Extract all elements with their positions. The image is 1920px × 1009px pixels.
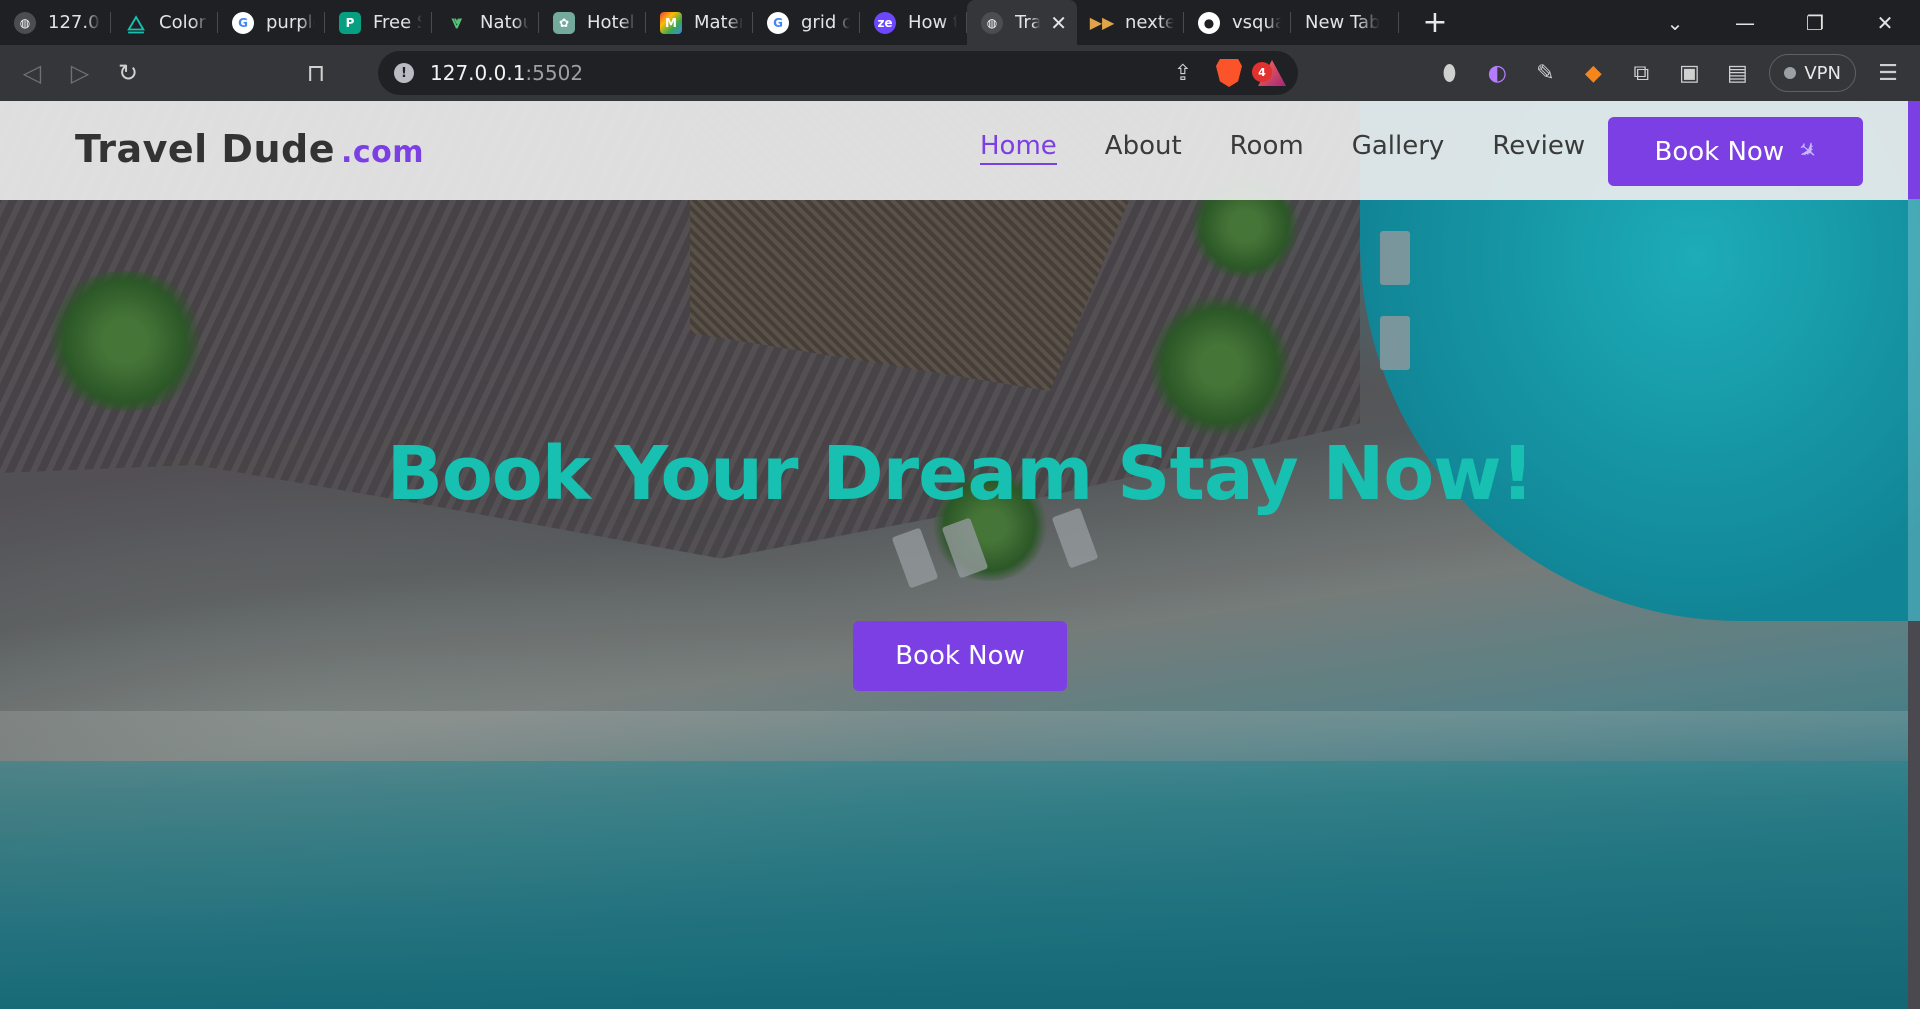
page-viewport: Travel Dude .com Home About Room Gallery …: [0, 101, 1920, 1009]
nav-about[interactable]: About: [1105, 131, 1182, 165]
tab[interactable]: ✿ Hotel Bo: [539, 0, 646, 45]
close-icon[interactable]: ✕: [1050, 11, 1067, 35]
tab-label: 127.0.0.: [48, 12, 101, 33]
metamask-icon[interactable]: ◆: [1571, 51, 1615, 95]
wallet-icon[interactable]: ▤: [1715, 51, 1759, 95]
nav-room[interactable]: Room: [1230, 131, 1304, 165]
brave-shields-icon[interactable]: [1216, 59, 1242, 87]
tab-label: Free Sto: [373, 12, 422, 33]
tab-label: vsquare: [1232, 12, 1281, 33]
share-icon[interactable]: ⇪: [1166, 49, 1200, 97]
tab-label: purple v: [266, 12, 315, 33]
globe-icon: ◍: [14, 11, 36, 34]
nexter-icon: ▶▶: [1089, 13, 1115, 32]
tab[interactable]: G purple v: [218, 0, 325, 45]
forward-icon[interactable]: ▷: [56, 49, 104, 97]
tab[interactable]: M Materia: [646, 0, 753, 45]
address-bar[interactable]: ! 127.0.0.1:5502 ⇪ 4: [378, 51, 1298, 95]
window-controls: ⌄ — ❐ ✕: [1640, 0, 1920, 45]
material-icon: M: [660, 11, 682, 34]
restore-icon[interactable]: ❐: [1780, 0, 1850, 45]
url-port: :5502: [525, 61, 584, 85]
brave-rewards-button[interactable]: 4: [1252, 60, 1286, 86]
scrollbar[interactable]: [1908, 101, 1920, 1009]
chatgpt-icon: ✿: [553, 11, 575, 34]
tab-label: Hotel Bo: [587, 12, 636, 33]
site-header: Travel Dude .com Home About Room Gallery …: [0, 101, 1908, 200]
tab-label: Natours: [480, 12, 529, 33]
google-icon: G: [767, 11, 789, 34]
main-nav: Home About Room Gallery Review: [980, 131, 1585, 165]
logo-suffix: .com: [341, 135, 425, 170]
hero-book-now-button[interactable]: Book Now: [853, 621, 1067, 691]
new-tab-icon[interactable]: +: [1413, 0, 1457, 45]
site-logo[interactable]: Travel Dude .com: [75, 127, 424, 171]
tab-label: How to: [908, 12, 957, 33]
hero-overlay: [0, 101, 1908, 1009]
url-host: 127.0.0.1: [430, 61, 526, 85]
header-book-now-button[interactable]: Book Now ✈: [1608, 117, 1863, 186]
globe-icon: ◍: [981, 11, 1003, 34]
tab-label: Materia: [694, 12, 743, 33]
tab[interactable]: ▶▶ nexter -: [1077, 0, 1184, 45]
extension-icon[interactable]: ⬮: [1427, 51, 1471, 95]
tab[interactable]: ze How to: [860, 0, 967, 45]
bookmark-icon[interactable]: ⊓: [292, 49, 340, 97]
vpn-button[interactable]: VPN: [1769, 54, 1856, 92]
nav-gallery[interactable]: Gallery: [1352, 131, 1445, 165]
minimize-icon[interactable]: —: [1710, 0, 1780, 45]
info-icon[interactable]: !: [394, 63, 414, 83]
chevron-down-icon[interactable]: ⌄: [1640, 0, 1710, 45]
color-shades-icon: ⧋: [127, 10, 145, 35]
nav-home[interactable]: Home: [980, 131, 1057, 165]
scrollbar-thumb[interactable]: [1908, 101, 1920, 199]
tab-label: Tra: [1015, 12, 1041, 33]
extensions-row: ⬮ ◐ ✎ ◆ ⧉ ▣ ▤ VPN ☰: [1427, 49, 1920, 97]
vpn-label: VPN: [1804, 62, 1841, 84]
tab-label: Color Sl: [159, 12, 208, 33]
menu-icon[interactable]: ☰: [1866, 51, 1910, 95]
url-actions: ⇪ 4: [1166, 51, 1286, 95]
google-icon: G: [232, 11, 254, 34]
nav-review[interactable]: Review: [1492, 131, 1585, 165]
hero-background: [0, 101, 1920, 1009]
close-window-icon[interactable]: ✕: [1850, 0, 1920, 45]
pexels-icon: P: [339, 11, 361, 34]
tab-label: New Tab: [1305, 12, 1381, 33]
browser-toolbar: ◁ ▷ ↻ ⊓ ! 127.0.0.1:5502 ⇪ 4 ⬮ ◐ ✎ ◆ ⧉ ▣…: [0, 45, 1920, 101]
back-icon[interactable]: ◁: [8, 49, 56, 97]
tab-active[interactable]: ◍ Tra ✕: [967, 0, 1077, 45]
tab[interactable]: ● vsquare: [1184, 0, 1291, 45]
tab[interactable]: ◍ 127.0.0.: [0, 0, 111, 45]
natours-icon: ⩔: [451, 12, 463, 33]
rocket-icon: ✈: [1792, 135, 1823, 168]
tab-label: grid des: [801, 12, 850, 33]
tab[interactable]: P Free Sto: [325, 0, 432, 45]
hero-title: Book Your Dream Stay Now!: [386, 431, 1535, 517]
tab[interactable]: New Tab: [1291, 0, 1399, 45]
reload-icon[interactable]: ↻: [104, 49, 152, 97]
vpn-status-icon: [1784, 67, 1797, 79]
tab[interactable]: ⧋ Color Sl: [111, 0, 218, 45]
tab-label: nexter -: [1125, 12, 1174, 33]
logo-text: Travel Dude: [75, 127, 335, 171]
sidebar-icon[interactable]: ▣: [1667, 51, 1711, 95]
tab-strip: ◍ 127.0.0. ⧋ Color Sl G purple v P Free …: [0, 0, 1920, 45]
github-icon: ●: [1198, 11, 1220, 34]
extension-icon[interactable]: ◐: [1475, 51, 1519, 95]
rewards-badge: 4: [1252, 62, 1272, 82]
tab[interactable]: G grid des: [753, 0, 860, 45]
puzzle-icon[interactable]: ⧉: [1619, 51, 1663, 95]
eyedropper-icon[interactable]: ✎: [1523, 51, 1567, 95]
tab[interactable]: ⩔ Natours: [432, 0, 539, 45]
header-book-now-label: Book Now: [1654, 136, 1785, 167]
ze-icon: ze: [874, 11, 896, 34]
